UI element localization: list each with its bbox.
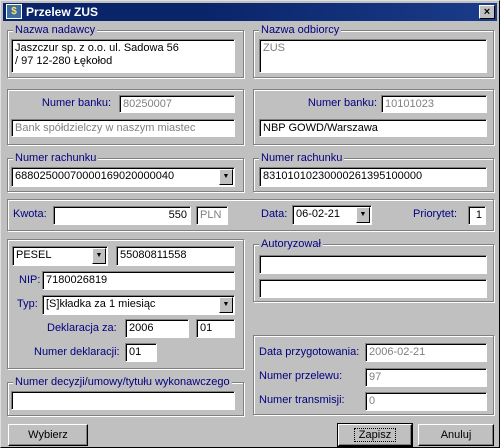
authorization-field-2[interactable]: [259, 279, 487, 298]
recipient-name-field[interactable]: ZUS: [259, 39, 487, 73]
sender-account-legend: Numer rachunku: [13, 152, 99, 164]
declaration-label: Deklaracja za:: [47, 322, 117, 334]
nip-field[interactable]: 7180026819: [42, 271, 235, 290]
chevron-down-icon[interactable]: ▼: [219, 297, 233, 313]
recipient-name-value: ZUS: [263, 42, 285, 54]
recipient-bank-number-value: 10101023: [385, 98, 434, 110]
transfer-number-label: Numer przelewu:: [259, 370, 343, 382]
recipient-bank-label: Numer banku:: [307, 97, 377, 109]
app-icon: $: [6, 4, 22, 19]
recipient-legend: Nazwa odbiorcy: [259, 24, 342, 36]
prep-date-value: 2006-02-21: [369, 346, 426, 358]
chevron-down-icon[interactable]: ▼: [219, 169, 233, 185]
sender-name-line1: Jaszczur sp. z o.o. ul. Sadowa 56: [15, 42, 179, 54]
choose-button[interactable]: Wybierz: [8, 424, 88, 446]
type-value: [S]kładka za 1 miesiąc: [46, 298, 156, 310]
amount-field[interactable]: 550: [53, 206, 191, 225]
declaration-year-field[interactable]: 2006: [125, 319, 189, 338]
transfer-number-field: 97: [365, 368, 487, 387]
authorization-legend: Autoryzował: [259, 238, 323, 250]
transfer-number-value: 97: [369, 371, 382, 383]
recipient-account-field[interactable]: 83101010230000261395100000: [259, 167, 487, 187]
choose-button-label: Wybierz: [28, 429, 68, 441]
cancel-button-label: Anuluj: [440, 429, 472, 441]
sender-bank-label: Numer banku:: [41, 97, 111, 109]
declaration-number-label: Numer deklaracji:: [34, 346, 120, 358]
id-value-field[interactable]: 55080811558: [116, 246, 235, 266]
type-select[interactable]: [S]kładka za 1 miesiąc ▼: [42, 295, 235, 315]
decision-legend: Numer decyzji/umowy/tytułu wykonawczego: [13, 376, 232, 388]
sender-bank-name-value: Bank spółdzielczy w naszym miastec: [15, 122, 196, 134]
nip-label: NIP:: [19, 274, 41, 286]
currency-value: PLN: [200, 209, 222, 221]
recipient-account-value: 83101010230000261395100000: [263, 170, 423, 182]
recipient-bank-number-field[interactable]: 10101023: [381, 95, 487, 113]
amount-value: 550: [168, 209, 187, 221]
sender-bank-number-field[interactable]: 80250007: [119, 95, 235, 113]
declaration-month-value: 01: [200, 322, 213, 334]
date-label: Data:: [261, 208, 288, 220]
recipient-bank-name-field[interactable]: NBP GOWD/Warszawa: [259, 119, 487, 137]
currency-field: PLN: [196, 206, 228, 225]
sender-bank-number-value: 80250007: [123, 98, 172, 110]
declaration-number-value: 01: [129, 346, 142, 358]
transmission-number-field: 0: [365, 392, 487, 411]
prep-date-label: Data przygotowania:: [259, 346, 360, 358]
przelew-zus-window: $ Przelew ZUS × Nazwa nadawcy Jaszczur s…: [0, 0, 500, 448]
title-bar: $ Przelew ZUS ×: [3, 3, 497, 21]
nip-value: 7180026819: [46, 274, 108, 286]
chevron-down-icon[interactable]: ▼: [92, 248, 106, 264]
recipient-account-legend: Numer rachunku: [259, 152, 345, 164]
sender-name-line2: / 97 12-280 Łękołod: [15, 55, 113, 67]
sender-account-select[interactable]: 68802500070000169020000040 ▼: [11, 167, 235, 187]
priority-value: 1: [475, 209, 482, 221]
transmission-number-value: 0: [369, 395, 376, 407]
authorization-field-1[interactable]: [259, 255, 487, 274]
save-button-label: Zapisz: [353, 428, 397, 442]
sender-account-value: 68802500070000169020000040: [15, 170, 175, 182]
declaration-year-value: 2006: [129, 322, 154, 334]
sender-bank-name-field[interactable]: Bank spółdzielczy w naszym miastec: [11, 119, 235, 137]
type-label: Typ:: [17, 298, 38, 310]
sender-legend: Nazwa nadawcy: [13, 24, 98, 36]
decision-field[interactable]: [11, 391, 235, 410]
id-value: 55080811558: [120, 249, 187, 261]
id-type-select[interactable]: PESEL ▼: [12, 246, 108, 266]
close-button[interactable]: ×: [479, 5, 495, 19]
amount-label: Kwota:: [13, 208, 47, 220]
priority-field[interactable]: 1: [468, 206, 486, 225]
transmission-number-label: Numer transmisji:: [259, 394, 345, 406]
prep-date-field: 2006-02-21: [365, 343, 487, 362]
priority-label: Priorytet:: [413, 208, 458, 220]
chevron-down-icon[interactable]: ▼: [356, 207, 370, 223]
id-type-value: PESEL: [16, 249, 52, 261]
save-button[interactable]: Zapisz: [337, 423, 413, 447]
date-picker[interactable]: 06-02-21 ▼: [292, 205, 372, 225]
declaration-number-field[interactable]: 01: [125, 343, 157, 362]
declaration-month-field[interactable]: 01: [196, 319, 235, 338]
sender-name-field[interactable]: Jaszczur sp. z o.o. ul. Sadowa 56 / 97 1…: [11, 39, 235, 73]
window-title: Przelew ZUS: [26, 5, 99, 19]
recipient-bank-name-value: NBP GOWD/Warszawa: [263, 122, 378, 134]
cancel-button[interactable]: Anuluj: [418, 424, 494, 446]
